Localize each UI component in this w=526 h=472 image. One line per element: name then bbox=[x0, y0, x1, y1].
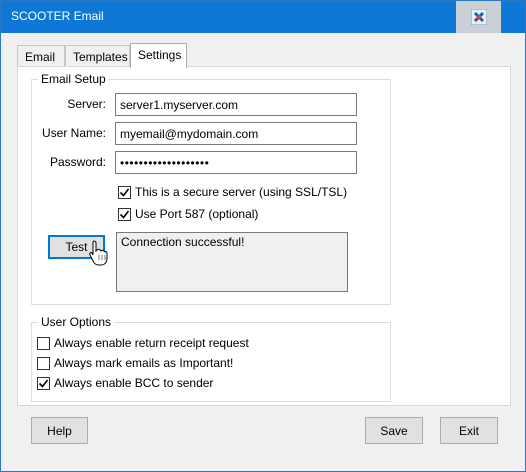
title-bar[interactable]: SCOOTER Email bbox=[1, 1, 525, 33]
settings-panel: Email Setup Server: server1.myserver.com… bbox=[17, 66, 511, 406]
close-button[interactable] bbox=[456, 1, 501, 33]
server-label: Server: bbox=[67, 97, 106, 111]
hand-cursor-icon bbox=[89, 240, 108, 266]
help-button-label: Help bbox=[47, 423, 72, 438]
email-setup-title: Email Setup bbox=[38, 72, 109, 86]
checkmark-icon bbox=[38, 379, 49, 388]
checkbox-box bbox=[118, 207, 131, 221]
checkbox-box bbox=[37, 336, 50, 350]
return-receipt-checkbox[interactable]: Always enable return receipt request bbox=[37, 336, 249, 350]
exit-button[interactable]: Exit bbox=[440, 417, 498, 444]
app-window: SCOOTER Email Email Templates Settings E… bbox=[0, 0, 526, 472]
bcc-sender-checkbox[interactable]: Always enable BCC to sender bbox=[37, 376, 213, 390]
tab-email[interactable]: Email bbox=[17, 45, 65, 67]
port-587-label: Use Port 587 (optional) bbox=[135, 207, 259, 221]
app-close-icon bbox=[470, 9, 487, 25]
checkmark-icon bbox=[119, 210, 130, 219]
test-result-box: Connection successful! bbox=[116, 232, 348, 292]
tab-templates[interactable]: Templates bbox=[65, 45, 130, 67]
port-587-checkbox[interactable]: Use Port 587 (optional) bbox=[118, 207, 258, 221]
checkmark-icon bbox=[119, 188, 130, 197]
window-title: SCOOTER Email bbox=[11, 9, 104, 23]
user-options-group: User Options Always enable return receip… bbox=[31, 315, 391, 402]
bcc-sender-label: Always enable BCC to sender bbox=[54, 376, 214, 390]
mark-important-checkbox[interactable]: Always mark emails as Important! bbox=[37, 356, 233, 370]
secure-server-label: This is a secure server (using SSL/TSL) bbox=[135, 185, 348, 199]
server-input[interactable]: server1.myserver.com bbox=[115, 93, 357, 116]
tab-settings[interactable]: Settings bbox=[130, 43, 187, 68]
tab-label: Templates bbox=[73, 50, 128, 64]
password-input[interactable]: ••••••••••••••••••• bbox=[115, 151, 357, 174]
save-button[interactable]: Save bbox=[365, 417, 423, 444]
email-setup-group: Email Setup Server: server1.myserver.com… bbox=[31, 72, 391, 305]
username-input[interactable]: myemail@mydomain.com bbox=[115, 122, 357, 145]
checkbox-box bbox=[118, 185, 131, 199]
checkbox-box bbox=[37, 376, 50, 390]
save-button-label: Save bbox=[380, 423, 408, 438]
user-options-title: User Options bbox=[38, 315, 115, 329]
exit-button-label: Exit bbox=[458, 423, 479, 438]
username-label: User Name: bbox=[41, 126, 106, 140]
tab-label: Settings bbox=[138, 48, 182, 62]
help-button[interactable]: Help bbox=[31, 417, 88, 444]
secure-server-checkbox[interactable]: This is a secure server (using SSL/TSL) bbox=[118, 185, 347, 199]
checkbox-box bbox=[37, 356, 50, 370]
test-button-label: Test bbox=[65, 240, 88, 254]
password-label: Password: bbox=[49, 155, 106, 169]
tab-label: Email bbox=[25, 50, 56, 64]
mark-important-label: Always mark emails as Important! bbox=[54, 356, 234, 370]
return-receipt-label: Always enable return receipt request bbox=[54, 336, 249, 350]
